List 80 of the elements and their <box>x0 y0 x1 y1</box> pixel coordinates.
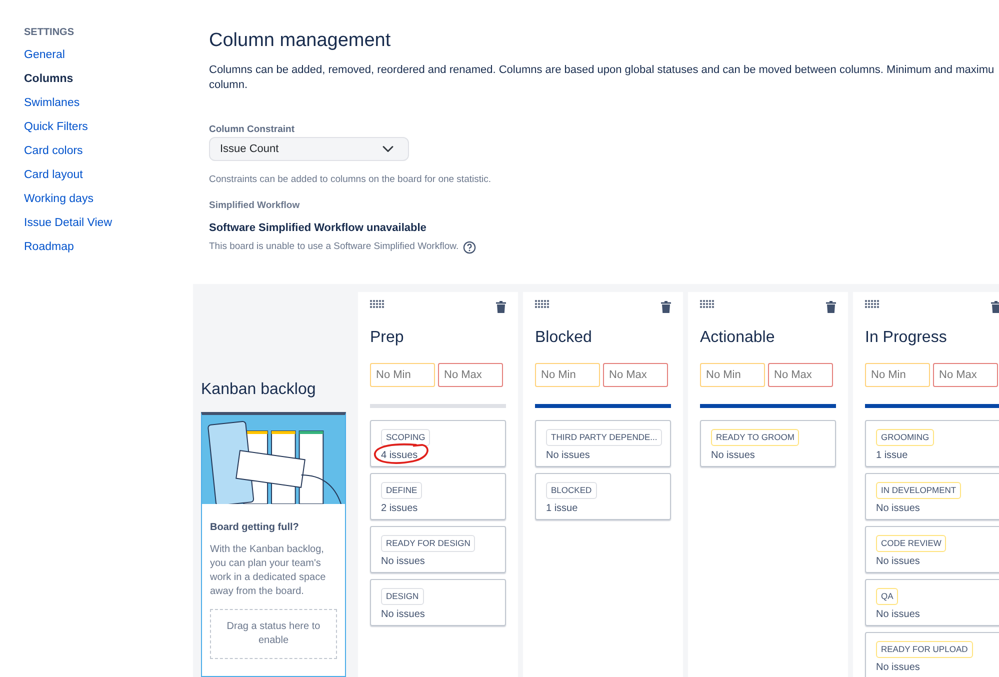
constraint-select[interactable]: Issue Count <box>209 137 409 162</box>
help-text: Constraints can be added to columns on the board for one statistic. <box>209 173 491 188</box>
issue-count: No issues <box>381 555 426 569</box>
sidebar-link[interactable]: Swimlanes <box>24 96 193 120</box>
column-title: Prep <box>370 328 404 348</box>
issue-count: No issues <box>546 449 591 463</box>
help-icon[interactable] <box>462 240 476 254</box>
card-text: With the Kanban backlog, you can plan your team's work in a dedicated space away from the board. <box>210 543 327 599</box>
card-heading: Board getting full? <box>210 521 300 535</box>
column-title: Actionable <box>700 328 775 348</box>
drag-handle-icon[interactable] <box>700 300 714 308</box>
field-label: Simplified Workflow <box>209 199 300 214</box>
status-tag: BLOCKED <box>546 482 597 499</box>
workflow-heading: Software Simplified Workflow unavailable <box>209 220 426 236</box>
status-tag: SCOPING <box>381 429 430 446</box>
description-text: Columns can be added, removed, reordered and renamed. Columns are based upon global statuses and can be moved between columns. Minimum and maximu <box>209 62 996 78</box>
sidebar-link[interactable]: Card colors <box>24 144 193 168</box>
column-title: Kanban backlog <box>201 380 317 400</box>
status-card[interactable]: IN DEVELOPMENT No issues <box>865 473 999 520</box>
drag-handle-icon[interactable] <box>370 300 384 308</box>
status-tag: QA <box>876 588 898 605</box>
sidebar-link[interactable]: Roadmap <box>24 240 193 264</box>
issue-count: No issues <box>876 661 921 675</box>
drop-zone[interactable]: Drag a status here to enable <box>210 609 337 659</box>
page-title: Column management <box>209 30 392 53</box>
column-title: Blocked <box>535 328 592 348</box>
status-tag: THIRD PARTY DEPENDE... <box>546 429 662 446</box>
column-title: In Progress <box>865 328 947 348</box>
max-field[interactable]: No Max <box>933 363 998 387</box>
status-card[interactable]: SCOPING 4 issues <box>370 420 506 467</box>
sidebar-link[interactable]: Columns <box>24 72 193 96</box>
min-field[interactable]: No Min <box>370 363 435 387</box>
status-card[interactable]: READY FOR UPLOAD No issues <box>865 632 999 677</box>
issue-count: 1 issue <box>546 502 579 516</box>
issue-count: 4 issues <box>381 449 419 463</box>
trash-icon[interactable] <box>496 301 506 313</box>
status-tag: READY FOR UPLOAD <box>876 641 973 658</box>
status-tag: DEFINE <box>381 482 422 499</box>
status-tag: READY FOR DESIGN <box>381 535 476 552</box>
status-tag: IN DEVELOPMENT <box>876 482 962 499</box>
issue-count: No issues <box>876 608 921 622</box>
status-card[interactable]: READY TO GROOM No issues <box>700 420 836 467</box>
sidebar-link[interactable]: Working days <box>24 192 193 216</box>
drag-handle-icon[interactable] <box>865 300 879 308</box>
status-card[interactable]: QA No issues <box>865 579 999 626</box>
status-card[interactable]: DESIGN No issues <box>370 579 506 626</box>
status-card[interactable]: DEFINE 2 issues <box>370 473 506 520</box>
status-card[interactable]: THIRD PARTY DEPENDE... No issues <box>535 420 671 467</box>
issue-count: 2 issues <box>381 502 419 516</box>
max-field[interactable]: No Max <box>603 363 668 387</box>
min-field[interactable]: No Min <box>700 363 765 387</box>
status-card[interactable]: BLOCKED 1 issue <box>535 473 671 520</box>
min-field[interactable]: No Min <box>865 363 930 387</box>
issue-count: No issues <box>876 502 921 516</box>
status-tag: DESIGN <box>381 588 424 605</box>
issue-count: No issues <box>381 608 426 622</box>
sidebar-link[interactable]: Issue Detail View <box>24 216 193 240</box>
status-card[interactable]: READY FOR DESIGN No issues <box>370 526 506 573</box>
max-field[interactable]: No Max <box>438 363 503 387</box>
status-card[interactable]: CODE REVIEW No issues <box>865 526 999 573</box>
sidebar-link[interactable]: General <box>24 48 193 72</box>
trash-icon[interactable] <box>826 301 836 313</box>
sidebar-link[interactable]: Card layout <box>24 168 193 192</box>
max-field[interactable]: No Max <box>768 363 833 387</box>
status-card[interactable]: GROOMING 1 issue <box>865 420 999 467</box>
trash-icon[interactable] <box>991 301 999 313</box>
status-tag: GROOMING <box>876 429 934 446</box>
description-text: column. <box>209 78 249 93</box>
status-tag: CODE REVIEW <box>876 535 946 552</box>
help-text: This board is unable to use a Software Simplified Workflow. <box>209 240 459 254</box>
issue-count: 1 issue <box>876 449 909 463</box>
min-field[interactable]: No Min <box>535 363 600 387</box>
issue-count: No issues <box>711 449 756 463</box>
sidebar-heading: SETTINGS <box>24 26 74 40</box>
status-tag: READY TO GROOM <box>711 429 800 446</box>
sidebar-link[interactable]: Quick Filters <box>24 120 193 144</box>
issue-count: No issues <box>876 555 921 569</box>
drag-handle-icon[interactable] <box>535 300 549 308</box>
field-label: Column Constraint <box>209 122 294 137</box>
trash-icon[interactable] <box>661 301 671 313</box>
